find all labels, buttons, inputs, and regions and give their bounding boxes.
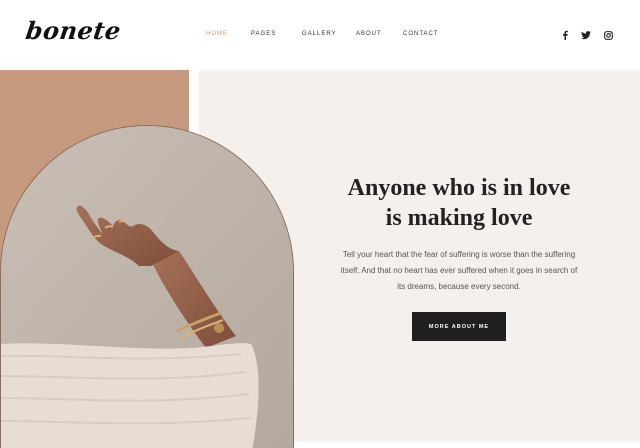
twitter-icon[interactable] — [579, 28, 593, 42]
nav-pages[interactable]: PAGES — [251, 31, 276, 37]
hero-title: Anyone who is in love is making love — [320, 173, 598, 233]
hero-description: Tell your heart that the fear of sufferi… — [330, 247, 588, 295]
hero-title-line-1: Anyone who is in love — [347, 175, 571, 201]
facebook-icon[interactable] — [558, 28, 572, 42]
hand-with-rings-image — [1, 126, 293, 448]
hero-text-line-3: its dreams, because every second. — [397, 282, 521, 291]
hero-title-line-2: is making love — [385, 205, 533, 231]
nav-about[interactable]: ABOUT — [356, 31, 382, 37]
site-header: bonete HOME PAGES GALLERY ABOUT CONTACT — [0, 0, 640, 70]
nav-gallery[interactable]: GALLERY — [302, 31, 337, 37]
more-about-me-button[interactable]: MORE ABOUT ME — [412, 312, 506, 341]
instagram-icon[interactable] — [601, 28, 615, 42]
hero-text-line-2: itself. And that no heart has ever suffe… — [340, 266, 578, 275]
nav-home[interactable]: HOME — [206, 31, 228, 37]
hero-arch-photo — [0, 125, 294, 448]
hero-text-line-1: Tell your heart that the fear of sufferi… — [342, 250, 576, 259]
nav-contact[interactable]: CONTACT — [403, 31, 439, 37]
brand-logo[interactable]: bonete — [24, 16, 123, 45]
